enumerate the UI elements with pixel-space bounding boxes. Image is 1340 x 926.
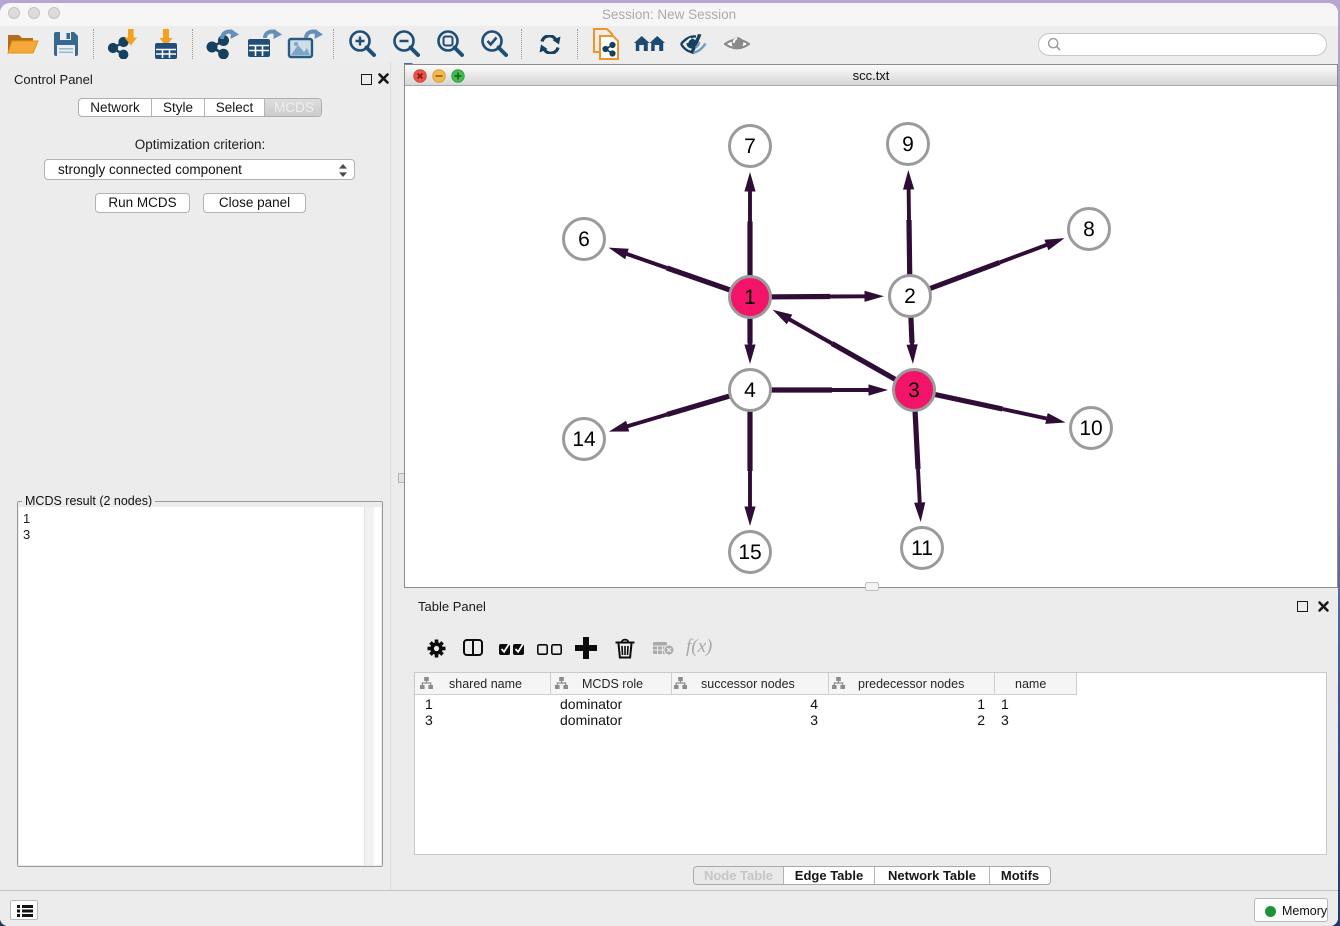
svg-text:11: 11 [911, 537, 933, 560]
svg-text:6: 6 [578, 228, 590, 251]
svg-text:9: 9 [902, 133, 914, 156]
svg-text:1: 1 [744, 286, 756, 309]
svg-text:14: 14 [572, 428, 596, 451]
svg-text:10: 10 [1079, 417, 1102, 440]
svg-text:4: 4 [744, 379, 756, 402]
svg-text:8: 8 [1083, 218, 1095, 241]
svg-text:15: 15 [738, 541, 761, 564]
svg-text:2: 2 [904, 285, 916, 308]
svg-text:3: 3 [908, 379, 920, 402]
svg-text:7: 7 [744, 135, 756, 158]
